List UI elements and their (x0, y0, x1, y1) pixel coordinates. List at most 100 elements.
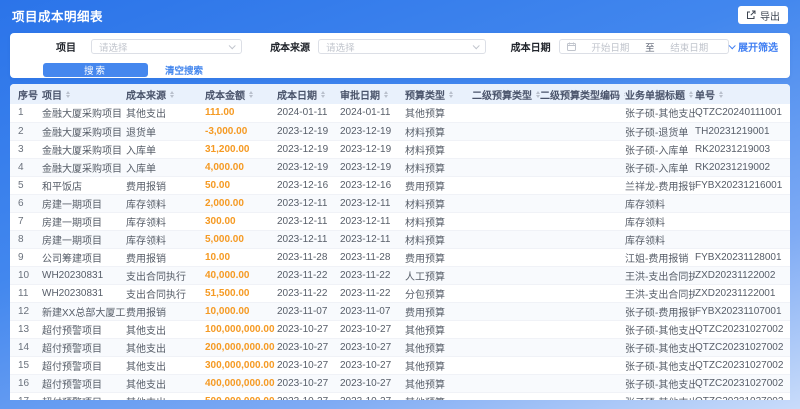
table-cell: 2023-10-27 (340, 392, 405, 400)
table-cell: 费用报销 (126, 302, 205, 321)
table-cell (472, 122, 540, 141)
table-cell (472, 356, 540, 375)
table-cell: 其他预算 (405, 104, 472, 123)
cost-detail-table: 序号 项目 成本来源 成本金额 成本日期 审批日期 预算类型 二级预算类型 二级预算类型编码 业务… (10, 84, 790, 400)
table-cell: 8 (10, 230, 42, 249)
sort-icon (384, 90, 388, 98)
table-cell (540, 176, 625, 195)
column-header-label: 二级预算类型 (472, 90, 532, 102)
export-icon (746, 10, 756, 20)
column-header-9[interactable]: 业务单据标题 (625, 84, 695, 104)
table-cell: 10 (10, 266, 42, 285)
table-row: 5 和平饭店 费用报销 50.00 2023-12-16 2023-12-16 费用预算 兰祥… (10, 176, 790, 195)
table-cell (540, 248, 625, 267)
table-row: 9 公司筹建项目 费用报销 10.00 2023-11-28 2023-11-28 费用预算… (10, 248, 790, 267)
cost-source-filter-label: 成本来源 (270, 43, 311, 54)
column-header-4[interactable]: 成本日期 (277, 84, 340, 104)
table-cell: 退货单 (126, 122, 205, 141)
column-header-3[interactable]: 成本金额 (205, 84, 277, 104)
page-title: 项目成本明细表 (12, 9, 104, 24)
table-cell: 2023-10-27 (340, 338, 405, 357)
end-date-placeholder: 结束日期 (670, 42, 709, 54)
table-cell: 16 (10, 374, 42, 393)
table-cell: 材料预算 (405, 158, 472, 177)
table-cell: 费用预算 (405, 302, 472, 321)
filter-row: 项目 请选择 成本来源 请选择 成本日期 开始日期 至 结束日期 展开筛选 (10, 39, 790, 54)
table-cell: 2023-10-27 (277, 356, 340, 375)
table-cell (472, 320, 540, 339)
table-cell: 2023-12-11 (340, 230, 405, 249)
table-cell: 其他支出 (126, 104, 205, 123)
column-header-7[interactable]: 二级预算类型 (472, 84, 540, 104)
table-cell: 2023-11-22 (340, 266, 405, 285)
project-filter-label: 项目 (56, 43, 76, 54)
table-row: 12新建XX总部大厦工程二期费用报销10,000.002023-11-07202… (10, 302, 790, 321)
table-cell: 材料预算 (405, 194, 472, 213)
export-button-label: 导出 (760, 11, 780, 23)
column-header-10[interactable]: 单号 (695, 84, 790, 104)
table-cell: 2,000.00 (205, 194, 277, 213)
table-cell: 2024-01-11 (340, 104, 405, 123)
column-header-label: 成本来源 (126, 90, 166, 102)
table-cell: 支出合同执行 (126, 266, 205, 285)
table-row: 2 金融大厦采购项目 退货单 -3,000.00 2023-12-19 2023-12-1… (10, 122, 790, 141)
table-cell: 超付预警项目 (42, 392, 126, 400)
sort-icon (321, 90, 325, 98)
table-cell: 50.00 (205, 176, 277, 195)
cost-date-range-picker[interactable]: 开始日期 至 结束日期 (558, 38, 729, 56)
sort-icon (449, 90, 453, 98)
table-cell: ZXD20231122001 (695, 284, 790, 303)
column-header-8[interactable]: 二级预算类型编码 (540, 84, 625, 104)
table-cell (540, 320, 625, 339)
table-cell (472, 374, 540, 393)
table-cell (695, 194, 790, 213)
column-header-label: 审批日期 (340, 90, 380, 102)
table-cell: 2023-11-22 (277, 284, 340, 303)
table-cell: 超付预警项目 (42, 356, 126, 375)
sort-icon (689, 90, 693, 98)
table-cell: 库存领料 (625, 212, 695, 231)
table-cell (540, 122, 625, 141)
table-cell: 其他预算 (405, 338, 472, 357)
column-header-label: 项目 (42, 90, 62, 102)
table-cell: 5 (10, 176, 42, 195)
table-header-row: 序号 项目 成本来源 成本金额 成本日期 审批日期 预算类型 二级预算类型 二级预算类型编码 业务… (10, 84, 790, 104)
search-button[interactable]: 搜索 (43, 63, 148, 77)
table-cell: 房建一期项目 (42, 194, 126, 213)
clear-search-link[interactable]: 清空搜索 (165, 63, 203, 77)
calendar-icon (566, 38, 576, 56)
column-header-1[interactable]: 项目 (42, 84, 126, 104)
table-cell: 张子硕-其他支出 (625, 356, 695, 375)
cost-source-select[interactable]: 请选择 (318, 39, 486, 54)
start-date-placeholder: 开始日期 (591, 42, 630, 54)
table-cell (540, 194, 625, 213)
table-cell: 其他支出 (126, 338, 205, 357)
project-select[interactable]: 请选择 (91, 39, 243, 54)
table-cell: 公司筹建项目 (42, 248, 126, 267)
table-cell (540, 266, 625, 285)
chevron-down-icon (472, 42, 480, 50)
table-row: 14 超付预警项目 其他支出 200,000,000.00 2023-10-27 2023… (10, 338, 790, 357)
table-cell: 10.00 (205, 248, 277, 267)
table-cell: 2023-10-27 (277, 338, 340, 357)
table-cell: RK20231219002 (695, 158, 790, 177)
table-cell: 2023-12-16 (340, 176, 405, 195)
table-row: 13 超付预警项目 其他支出 100,000,000.00 2023-10-27 2023… (10, 320, 790, 339)
table-cell (472, 140, 540, 159)
column-header-6[interactable]: 预算类型 (405, 84, 472, 104)
table-cell: 材料预算 (405, 212, 472, 231)
table-cell: 新建XX总部大厦工程二期 (42, 302, 126, 321)
export-button[interactable]: 导出 (738, 6, 788, 24)
date-range-separator: 至 (645, 42, 655, 54)
table-cell: 张子硕-其他支出 (625, 374, 695, 393)
table-cell: ZXD20231122002 (695, 266, 790, 285)
table-cell: 2023-11-28 (340, 248, 405, 267)
table-cell: 王洪-支出合同执行 (625, 266, 695, 285)
table-cell: 金融大厦采购项目 (42, 104, 126, 123)
table-cell (472, 392, 540, 400)
column-header-2[interactable]: 成本来源 (126, 84, 205, 104)
expand-filter-link[interactable]: 展开筛选 (728, 39, 778, 54)
table-cell: 人工预算 (405, 266, 472, 285)
table-cell: 材料预算 (405, 122, 472, 141)
column-header-5[interactable]: 审批日期 (340, 84, 405, 104)
